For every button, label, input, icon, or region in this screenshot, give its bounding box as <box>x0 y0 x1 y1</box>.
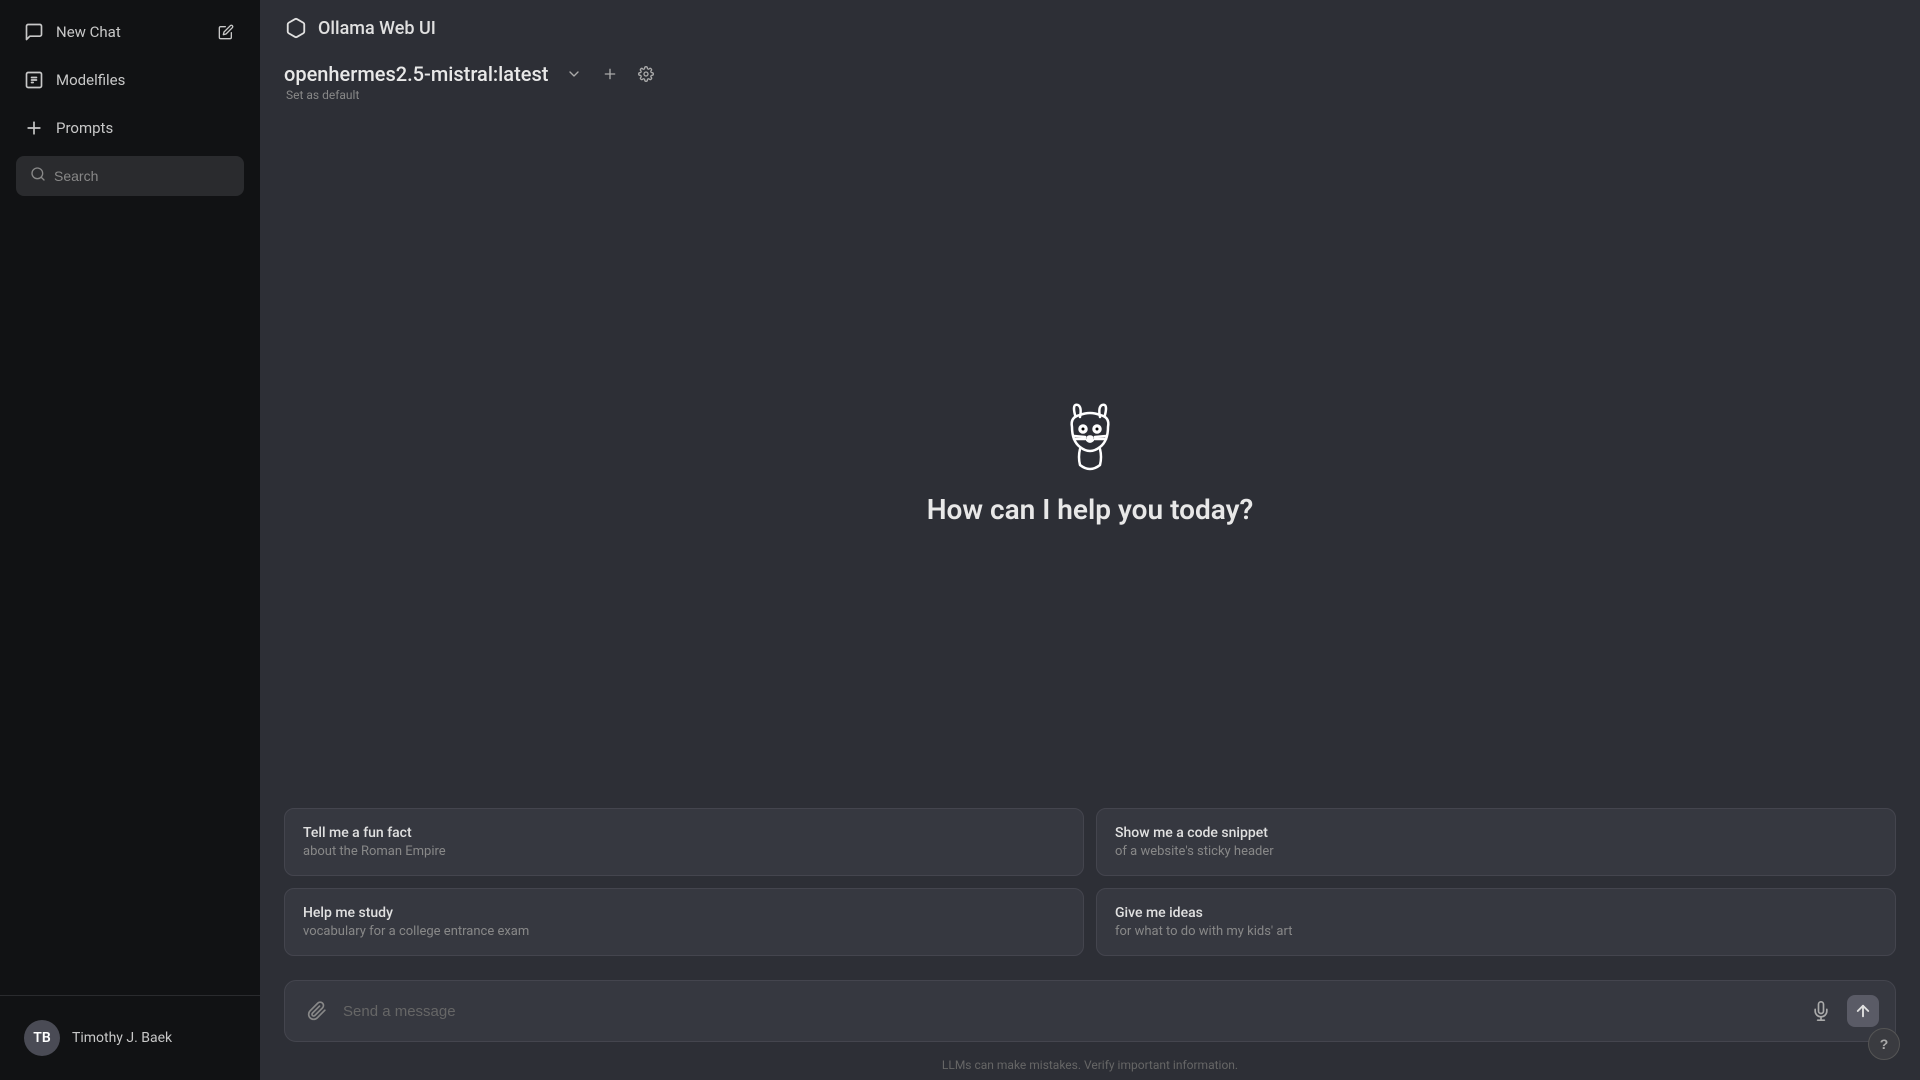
user-profile[interactable]: TB Timothy J. Baek <box>8 1008 252 1068</box>
sidebar-bottom: TB Timothy J. Baek <box>0 995 260 1080</box>
message-input[interactable] <box>343 1003 1795 1020</box>
sidebar-item-prompts[interactable]: Prompts <box>8 104 252 152</box>
suggestion-subtitle-2: vocabulary for a college entrance exam <box>303 924 1065 939</box>
suggestion-title-3: Give me ideas <box>1115 905 1877 921</box>
model-name[interactable]: openhermes2.5-mistral:latest <box>284 62 548 86</box>
new-chat-icon <box>24 22 44 42</box>
suggestion-card-3[interactable]: Give me ideas for what to do with my kid… <box>1096 888 1896 956</box>
user-name: Timothy J. Baek <box>72 1030 172 1046</box>
model-add-button[interactable] <box>596 60 624 88</box>
suggestion-subtitle-1: of a website's sticky header <box>1115 844 1877 859</box>
search-icon <box>30 166 46 186</box>
suggestion-card-0[interactable]: Tell me a fun fact about the Roman Empir… <box>284 808 1084 876</box>
input-area <box>260 972 1920 1058</box>
input-box <box>284 980 1896 1042</box>
main-content: Ollama Web UI openhermes2.5-mistral:late… <box>260 0 1920 1080</box>
suggestion-title-0: Tell me a fun fact <box>303 825 1065 841</box>
suggestion-card-2[interactable]: Help me study vocabulary for a college e… <box>284 888 1084 956</box>
sidebar-item-new-chat[interactable]: New Chat <box>8 8 252 56</box>
modelfiles-icon <box>24 70 44 90</box>
model-area: openhermes2.5-mistral:latest <box>260 56 1920 114</box>
sidebar-item-modelfiles[interactable]: Modelfiles <box>8 56 252 104</box>
suggestion-subtitle-0: about the Roman Empire <box>303 844 1065 859</box>
send-button[interactable] <box>1847 995 1879 1027</box>
sidebar-nav: New Chat Modelfiles <box>0 0 260 995</box>
help-button[interactable]: ? <box>1868 1028 1900 1060</box>
avatar: TB <box>24 1020 60 1056</box>
search-wrap[interactable] <box>16 156 244 196</box>
model-dropdown-button[interactable] <box>560 60 588 88</box>
suggestion-card-1[interactable]: Show me a code snippet of a website's st… <box>1096 808 1896 876</box>
welcome-mascot <box>1050 397 1130 477</box>
topbar: Ollama Web UI <box>260 0 1920 56</box>
search-container <box>8 152 252 204</box>
model-settings-button[interactable] <box>632 60 660 88</box>
search-input[interactable] <box>54 168 230 184</box>
edit-icon <box>216 22 236 42</box>
set-default-link[interactable]: Set as default <box>284 88 1896 102</box>
footer-disclaimer: LLMs can make mistakes. Verify important… <box>260 1058 1920 1080</box>
prompts-icon <box>24 118 44 138</box>
welcome-heading: How can I help you today? <box>927 493 1254 526</box>
chat-area: How can I help you today? <box>260 114 1920 808</box>
suggestion-title-2: Help me study <box>303 905 1065 921</box>
modelfiles-label: Modelfiles <box>56 71 125 89</box>
app-name: Ollama Web UI <box>318 18 436 39</box>
suggestion-subtitle-3: for what to do with my kids' art <box>1115 924 1877 939</box>
attach-button[interactable] <box>301 995 333 1027</box>
suggestion-title-1: Show me a code snippet <box>1115 825 1877 841</box>
model-selector: openhermes2.5-mistral:latest <box>284 60 1896 88</box>
microphone-button[interactable] <box>1805 995 1837 1027</box>
sidebar: New Chat Modelfiles <box>0 0 260 1080</box>
new-chat-label: New Chat <box>56 23 121 41</box>
app-logo: Ollama Web UI <box>284 16 436 40</box>
suggestions-area: Tell me a fun fact about the Roman Empir… <box>260 808 1920 972</box>
ollama-icon <box>284 16 308 40</box>
prompts-label: Prompts <box>56 119 113 137</box>
model-controls <box>560 60 660 88</box>
